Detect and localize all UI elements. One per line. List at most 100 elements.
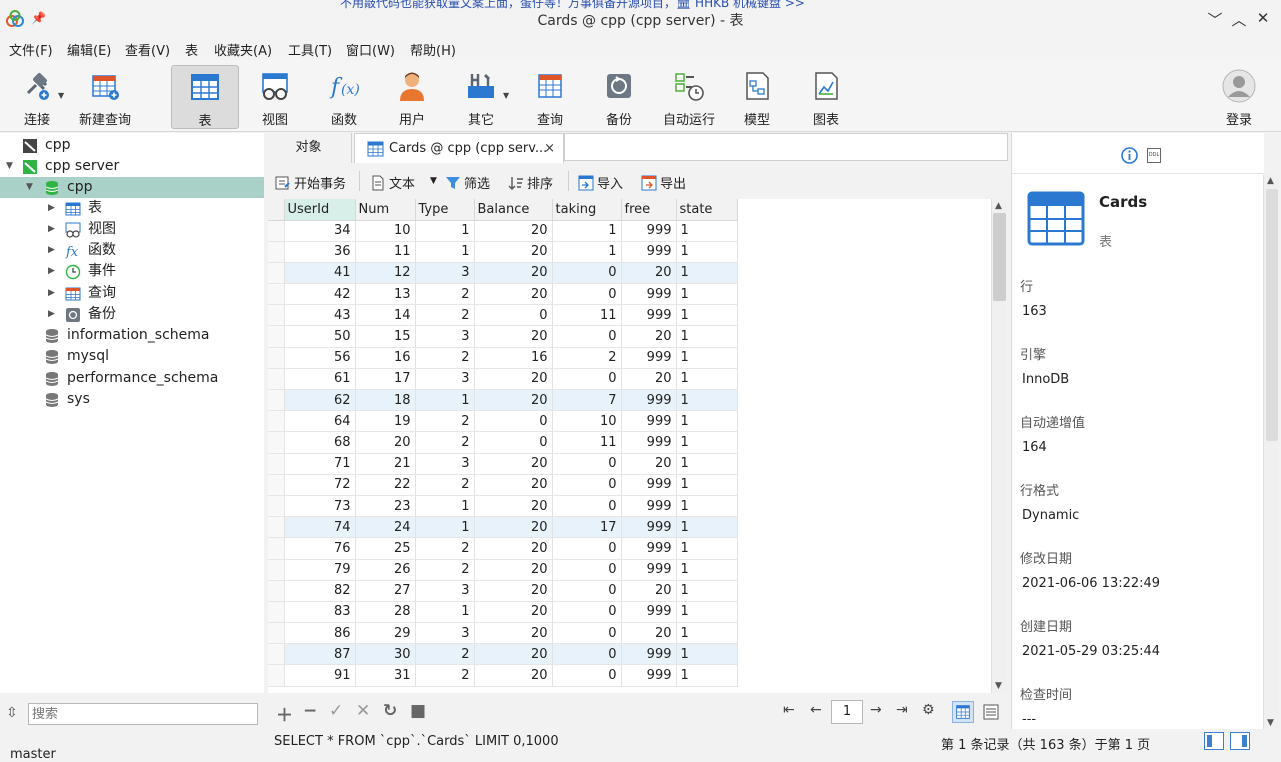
row-header-cell[interactable] xyxy=(268,580,285,602)
table-cell-state[interactable]: 1 xyxy=(676,516,738,539)
table-cell-balance[interactable]: 20 xyxy=(474,516,553,539)
table-cell-taking[interactable]: 0 xyxy=(552,262,622,285)
collapse-arrow-icon[interactable]: ▶ xyxy=(48,261,55,282)
table-cell-taking[interactable]: 0 xyxy=(552,474,622,496)
table-cell-state[interactable]: 1 xyxy=(676,220,738,242)
table-cell-type[interactable]: 1 xyxy=(415,601,475,624)
login-button[interactable]: 登录 xyxy=(1208,65,1270,129)
table-cell-state[interactable]: 1 xyxy=(676,559,738,581)
table-cell-userid[interactable]: 64 xyxy=(284,410,356,433)
tab-cards-table[interactable]: Cards @ cpp (cpp serv... × xyxy=(354,133,564,163)
scroll-up-icon[interactable]: ▲ xyxy=(995,201,1002,211)
table-cell-free[interactable]: 999 xyxy=(621,410,677,433)
table-cell-type[interactable]: 2 xyxy=(415,559,475,581)
tree-database-mysql[interactable]: mysql xyxy=(0,346,264,367)
backup-button[interactable]: 备份 xyxy=(589,65,649,129)
expand-arrow-icon[interactable]: ▼ xyxy=(26,177,33,198)
table-cell-userid[interactable]: 83 xyxy=(284,601,356,624)
row-header-corner[interactable] xyxy=(268,199,285,221)
table-cell-balance[interactable]: 20 xyxy=(474,241,553,263)
table-cell-num[interactable]: 12 xyxy=(355,262,416,285)
table-cell-state[interactable]: 1 xyxy=(676,283,738,306)
table-cell-num[interactable]: 14 xyxy=(355,304,416,327)
table-cell-taking[interactable]: 0 xyxy=(552,325,622,348)
menu-window[interactable]: 窗口(W) xyxy=(346,40,395,59)
menu-tools[interactable]: 工具(T) xyxy=(288,40,332,59)
table-cell-type[interactable]: 3 xyxy=(415,453,475,475)
table-cell-userid[interactable]: 71 xyxy=(284,453,356,475)
row-header-cell[interactable] xyxy=(268,537,285,560)
collapse-arrow-icon[interactable]: ▶ xyxy=(48,240,55,261)
tree-group-backups[interactable]: ▶ 备份 xyxy=(0,304,264,325)
table-cell-taking[interactable]: 1 xyxy=(552,241,622,263)
table-cell-userid[interactable]: 42 xyxy=(284,283,356,306)
refresh-icon[interactable]: ↻ xyxy=(383,701,397,721)
table-cell-userid[interactable]: 73 xyxy=(284,495,356,518)
scrollbar-thumb[interactable] xyxy=(993,213,1006,301)
table-cell-type[interactable]: 3 xyxy=(415,622,475,645)
tree-group-views[interactable]: ▶ 视图 xyxy=(0,219,264,240)
table-cell-num[interactable]: 25 xyxy=(355,537,416,560)
table-cell-num[interactable]: 10 xyxy=(355,220,416,242)
table-cell-taking[interactable]: 0 xyxy=(552,601,622,624)
last-page-icon[interactable]: ⇥ xyxy=(896,702,908,718)
row-header-cell[interactable] xyxy=(268,431,285,454)
table-row[interactable]: 36 11 1 20 1 999 1 xyxy=(268,241,738,263)
column-header-num[interactable]: Num xyxy=(355,199,416,221)
row-header-cell[interactable] xyxy=(268,325,285,348)
table-cell-taking[interactable]: 0 xyxy=(552,643,622,666)
search-mode-icon[interactable]: ⇳ xyxy=(6,705,18,721)
table-cell-balance[interactable]: 20 xyxy=(474,368,553,391)
table-cell-taking[interactable]: 0 xyxy=(552,495,622,518)
table-cell-taking[interactable]: 7 xyxy=(552,389,622,412)
table-cell-taking[interactable]: 11 xyxy=(552,431,622,454)
table-cell-type[interactable]: 1 xyxy=(415,495,475,518)
table-row[interactable]: 74 24 1 20 17 999 1 xyxy=(268,516,738,539)
table-cell-state[interactable]: 1 xyxy=(676,601,738,624)
apply-changes-icon[interactable]: ✓ xyxy=(329,701,343,721)
table-cell-state[interactable]: 1 xyxy=(676,580,738,602)
table-cell-free[interactable]: 999 xyxy=(621,495,677,518)
table-cell-free[interactable]: 20 xyxy=(621,622,677,645)
table-cell-num[interactable]: 19 xyxy=(355,410,416,433)
table-row[interactable]: 41 12 3 20 0 20 1 xyxy=(268,262,738,285)
menu-file[interactable]: 文件(F) xyxy=(9,40,53,59)
table-cell-taking[interactable]: 1 xyxy=(552,220,622,242)
table-cell-state[interactable]: 1 xyxy=(676,241,738,263)
table-cell-taking[interactable]: 11 xyxy=(552,304,622,327)
table-row[interactable]: 73 23 1 20 0 999 1 xyxy=(268,495,738,518)
close-tab-icon[interactable]: × xyxy=(544,134,555,164)
table-cell-taking[interactable]: 2 xyxy=(552,347,622,369)
settings-gear-icon[interactable]: ⚙ xyxy=(922,702,935,718)
table-cell-num[interactable]: 27 xyxy=(355,580,416,602)
table-cell-balance[interactable]: 20 xyxy=(474,220,553,242)
maximize-icon[interactable]: ︿ xyxy=(1230,9,1248,30)
table-cell-free[interactable]: 999 xyxy=(621,304,677,327)
table-cell-free[interactable]: 999 xyxy=(621,474,677,496)
table-cell-balance[interactable]: 20 xyxy=(474,643,553,666)
discard-changes-icon[interactable]: ✕ xyxy=(356,701,370,721)
row-header-cell[interactable] xyxy=(268,643,285,666)
table-cell-taking[interactable]: 17 xyxy=(552,516,622,539)
table-cell-balance[interactable]: 0 xyxy=(474,304,553,327)
table-cell-userid[interactable]: 74 xyxy=(284,516,356,539)
tree-connection-cpp-server[interactable]: ▼ cpp server xyxy=(0,156,264,177)
table-cell-free[interactable]: 20 xyxy=(621,580,677,602)
table-cell-type[interactable]: 3 xyxy=(415,325,475,348)
table-cell-balance[interactable]: 20 xyxy=(474,580,553,602)
previous-page-icon[interactable]: ← xyxy=(810,702,822,718)
table-cell-taking[interactable]: 10 xyxy=(552,410,622,433)
table-cell-free[interactable]: 999 xyxy=(621,601,677,624)
page-number-input[interactable]: 1 xyxy=(831,700,863,724)
table-cell-userid[interactable]: 43 xyxy=(284,304,356,327)
connect-button[interactable]: ▼ 连接 xyxy=(10,65,64,129)
table-row[interactable]: 71 21 3 20 0 20 1 xyxy=(268,453,738,475)
table-cell-state[interactable]: 1 xyxy=(676,431,738,454)
table-cell-state[interactable]: 1 xyxy=(676,325,738,348)
table-cell-balance[interactable]: 20 xyxy=(474,389,553,412)
table-row[interactable]: 86 29 3 20 0 20 1 xyxy=(268,622,738,645)
row-header-cell[interactable] xyxy=(268,622,285,645)
grid-view-icon[interactable] xyxy=(952,701,974,723)
table-cell-userid[interactable]: 87 xyxy=(284,643,356,666)
tree-database-cpp[interactable]: ▼ cpp xyxy=(0,177,264,198)
